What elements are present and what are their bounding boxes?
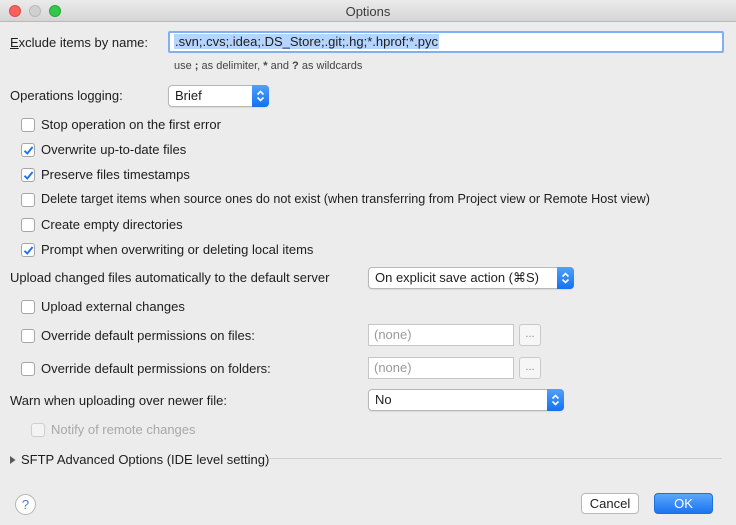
checkbox-label: Overwrite up-to-date files [41, 142, 187, 157]
operations-logging-label: Operations logging: [10, 88, 123, 103]
file-permissions-browse-button[interactable]: ... [519, 324, 541, 346]
checkbox-delete-target-items[interactable] [21, 193, 35, 207]
warn-uploading-value: No [375, 392, 392, 407]
checkbox-label: Prompt when overwriting or deleting loca… [41, 242, 314, 257]
checkbox-override-folder-permissions[interactable] [21, 362, 35, 376]
checkbox-stop-on-error[interactable] [21, 118, 35, 132]
exclude-hint: use ; as delimiter, * and ? as wildcards [174, 60, 362, 72]
checkbox-override-file-permissions[interactable] [21, 329, 35, 343]
upload-changed-label: Upload changed files automatically to th… [10, 270, 330, 285]
warn-uploading-select[interactable]: No [368, 389, 564, 411]
operations-logging-select[interactable]: Brief [168, 85, 269, 107]
checkbox-prompt-overwriting[interactable] [21, 243, 35, 257]
hint-part: and [267, 60, 293, 72]
hint-part: as delimiter, [198, 60, 264, 72]
title-bar: Options [0, 0, 736, 22]
checkmark-icon [23, 171, 34, 180]
checkbox-label: Create empty directories [41, 217, 183, 232]
checkbox-label: Upload external changes [41, 299, 185, 314]
ok-button[interactable]: OK [654, 493, 713, 514]
operations-logging-value: Brief [175, 88, 202, 103]
upload-changed-select[interactable]: On explicit save action (⌘S) [368, 267, 574, 289]
exclude-items-value: .svn;.cvs;.idea;.DS_Store;.git;.hg;*.hpr… [174, 34, 440, 49]
exclude-items-input[interactable]: .svn;.cvs;.idea;.DS_Store;.git;.hg;*.hpr… [168, 31, 724, 53]
help-button[interactable]: ? [15, 494, 36, 515]
disclosure-triangle-icon[interactable] [9, 453, 17, 468]
exclude-label-text: xclude items by name: [18, 35, 149, 50]
checkmark-icon [23, 246, 34, 255]
checkbox-label: Override default permissions on files: [41, 328, 255, 343]
options-dialog: Options Exclude items by name: .svn;.cvs… [0, 0, 736, 525]
checkbox-label: Preserve files timestamps [41, 167, 190, 182]
checkbox-label: Override default permissions on folders: [41, 361, 271, 376]
checkmark-icon [23, 146, 34, 155]
checkbox-label: Delete target items when source ones do … [41, 192, 650, 206]
checkbox-notify-remote-changes[interactable] [31, 423, 45, 437]
exclude-label-mnemonic: E [10, 35, 19, 50]
warn-uploading-label: Warn when uploading over newer file: [10, 393, 228, 408]
hint-question: ? [292, 60, 299, 72]
cancel-button[interactable]: Cancel [581, 493, 639, 514]
window-title: Options [345, 4, 391, 19]
exclude-label: Exclude items by name: [10, 35, 148, 50]
sftp-advanced-options-toggle[interactable]: SFTP Advanced Options (IDE level setting… [21, 452, 269, 467]
checkbox-overwrite-up-to-date[interactable] [21, 143, 35, 157]
hint-part: as wildcards [298, 60, 363, 72]
chevron-updown-icon [252, 85, 269, 107]
file-permissions-field[interactable]: (none) [368, 324, 514, 346]
chevron-updown-icon [547, 389, 564, 411]
checkbox-label: Stop operation on the first error [41, 117, 221, 132]
hint-part: use [174, 60, 195, 72]
chevron-updown-icon [557, 267, 574, 289]
section-divider [268, 458, 722, 459]
upload-changed-value: On explicit save action (⌘S) [375, 270, 540, 285]
folder-permissions-browse-button[interactable]: ... [519, 357, 541, 379]
checkbox-create-empty-dirs[interactable] [21, 218, 35, 232]
checkbox-label: Notify of remote changes [51, 422, 196, 437]
checkbox-preserve-timestamps[interactable] [21, 168, 35, 182]
folder-permissions-field[interactable]: (none) [368, 357, 514, 379]
checkbox-upload-external-changes[interactable] [21, 300, 35, 314]
